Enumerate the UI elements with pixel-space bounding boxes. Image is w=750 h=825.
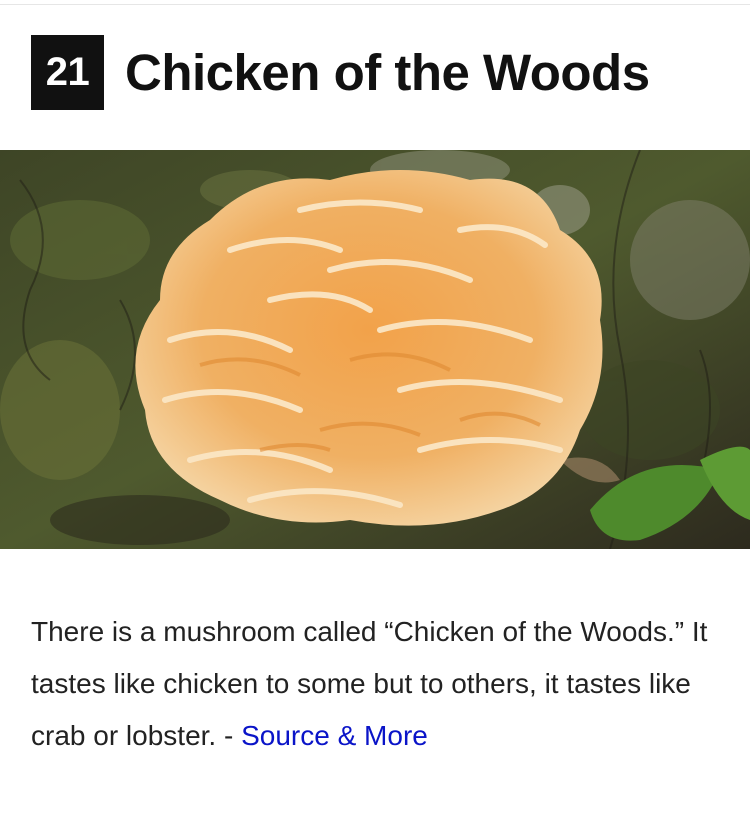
- source-link[interactable]: Source & More: [241, 720, 428, 751]
- item-number-badge: 21: [31, 35, 104, 110]
- top-divider: [0, 4, 750, 5]
- mushroom-photo: [0, 150, 750, 549]
- item-caption: There is a mushroom called “Chicken of t…: [31, 606, 721, 762]
- item-header: 21 Chicken of the Woods: [31, 35, 650, 110]
- item-title: Chicken of the Woods: [125, 44, 650, 101]
